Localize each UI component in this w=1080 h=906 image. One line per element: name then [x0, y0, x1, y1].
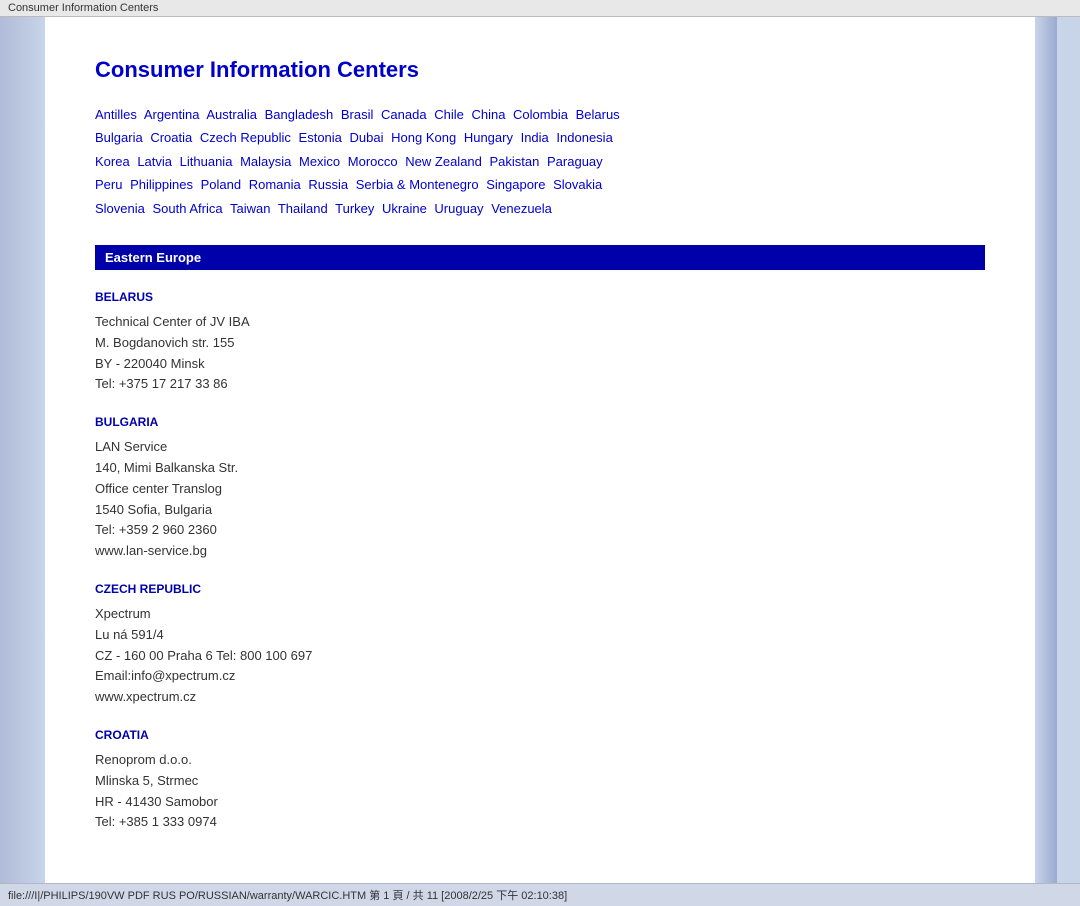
country-belarus: BELARUS Technical Center of JV IBA M. Bo… [95, 290, 985, 395]
link-lithuania: Lithuania [180, 154, 237, 169]
sidebar-right-inner [1035, 17, 1057, 883]
status-bar-text: file:///I|/PHILIPS/190VW PDF RUS PO/RUSS… [8, 890, 567, 902]
link-uruguay: Uruguay [434, 201, 487, 216]
page-title: Consumer Information Centers [95, 57, 985, 83]
status-bar: file:///I|/PHILIPS/190VW PDF RUS PO/RUSS… [0, 883, 1080, 906]
link-singapore: Singapore [486, 177, 549, 192]
country-info-belarus: Technical Center of JV IBA M. Bogdanovic… [95, 312, 985, 395]
link-thailand: Thailand [278, 201, 332, 216]
link-philippines: Philippines [130, 177, 197, 192]
country-title-belarus: BELARUS [95, 290, 985, 304]
link-korea: Korea [95, 154, 134, 169]
link-canada: Canada [381, 107, 431, 122]
link-antilles: Antilles [95, 107, 141, 122]
link-czech-republic: Czech Republic [200, 130, 295, 145]
link-morocco: Morocco [348, 154, 402, 169]
link-australia: Australia [206, 107, 261, 122]
country-info-croatia: Renoprom d.o.o. Mlinska 5, Strmec HR - 4… [95, 750, 985, 833]
link-hong-kong: Hong Kong [391, 130, 460, 145]
link-serbia-montenegro: Serbia & Montenegro [356, 177, 483, 192]
link-new-zealand: New Zealand [405, 154, 486, 169]
link-hungary: Hungary [464, 130, 517, 145]
link-peru: Peru [95, 177, 126, 192]
link-poland: Poland [201, 177, 245, 192]
link-mexico: Mexico [299, 154, 344, 169]
country-croatia: CROATIA Renoprom d.o.o. Mlinska 5, Strme… [95, 728, 985, 833]
sidebar-left [0, 17, 45, 883]
country-bulgaria: BULGARIA LAN Service 140, Mimi Balkanska… [95, 415, 985, 562]
link-taiwan: Taiwan [230, 201, 274, 216]
link-south-africa: South Africa [153, 201, 227, 216]
link-paraguay: Paraguay [547, 154, 607, 169]
link-malaysia: Malaysia [240, 154, 295, 169]
links-section: Antilles Argentina Australia Bangladesh … [95, 103, 985, 220]
link-romania: Romania [249, 177, 305, 192]
country-info-bulgaria: LAN Service 140, Mimi Balkanska Str. Off… [95, 437, 985, 562]
link-slovakia: Slovakia [553, 177, 606, 192]
link-bulgaria: Bulgaria [95, 130, 147, 145]
section-header: Eastern Europe [95, 245, 985, 270]
link-turkey: Turkey [335, 201, 378, 216]
link-india: India [521, 130, 553, 145]
link-slovenia: Slovenia [95, 201, 149, 216]
link-belarus: Belarus [576, 107, 624, 122]
country-title-bulgaria: BULGARIA [95, 415, 985, 429]
title-bar: Consumer Information Centers [0, 0, 1080, 17]
link-venezuela: Venezuela [491, 201, 556, 216]
link-brasil: Brasil [341, 107, 378, 122]
main-content: Consumer Information Centers Antilles Ar… [45, 17, 1035, 883]
link-dubai: Dubai [350, 130, 388, 145]
link-china: China [471, 107, 509, 122]
link-russia: Russia [308, 177, 352, 192]
country-title-croatia: CROATIA [95, 728, 985, 742]
link-latvia: Latvia [137, 154, 176, 169]
country-info-czech-republic: Xpectrum Lu ná 591/4 CZ - 160 00 Praha 6… [95, 604, 985, 708]
link-chile: Chile [434, 107, 468, 122]
link-estonia: Estonia [299, 130, 346, 145]
link-colombia: Colombia [513, 107, 572, 122]
link-croatia: Croatia [150, 130, 196, 145]
link-argentina: Argentina [144, 107, 204, 122]
link-bangladesh: Bangladesh [265, 107, 338, 122]
country-title-czech-republic: CZECH REPUBLIC [95, 582, 985, 596]
link-ukraine: Ukraine [382, 201, 431, 216]
link-pakistan: Pakistan [490, 154, 544, 169]
sidebar-right-accent [1057, 17, 1080, 883]
country-czech-republic: CZECH REPUBLIC Xpectrum Lu ná 591/4 CZ -… [95, 582, 985, 708]
link-indonesia: Indonesia [556, 130, 616, 145]
title-bar-text: Consumer Information Centers [8, 2, 158, 14]
